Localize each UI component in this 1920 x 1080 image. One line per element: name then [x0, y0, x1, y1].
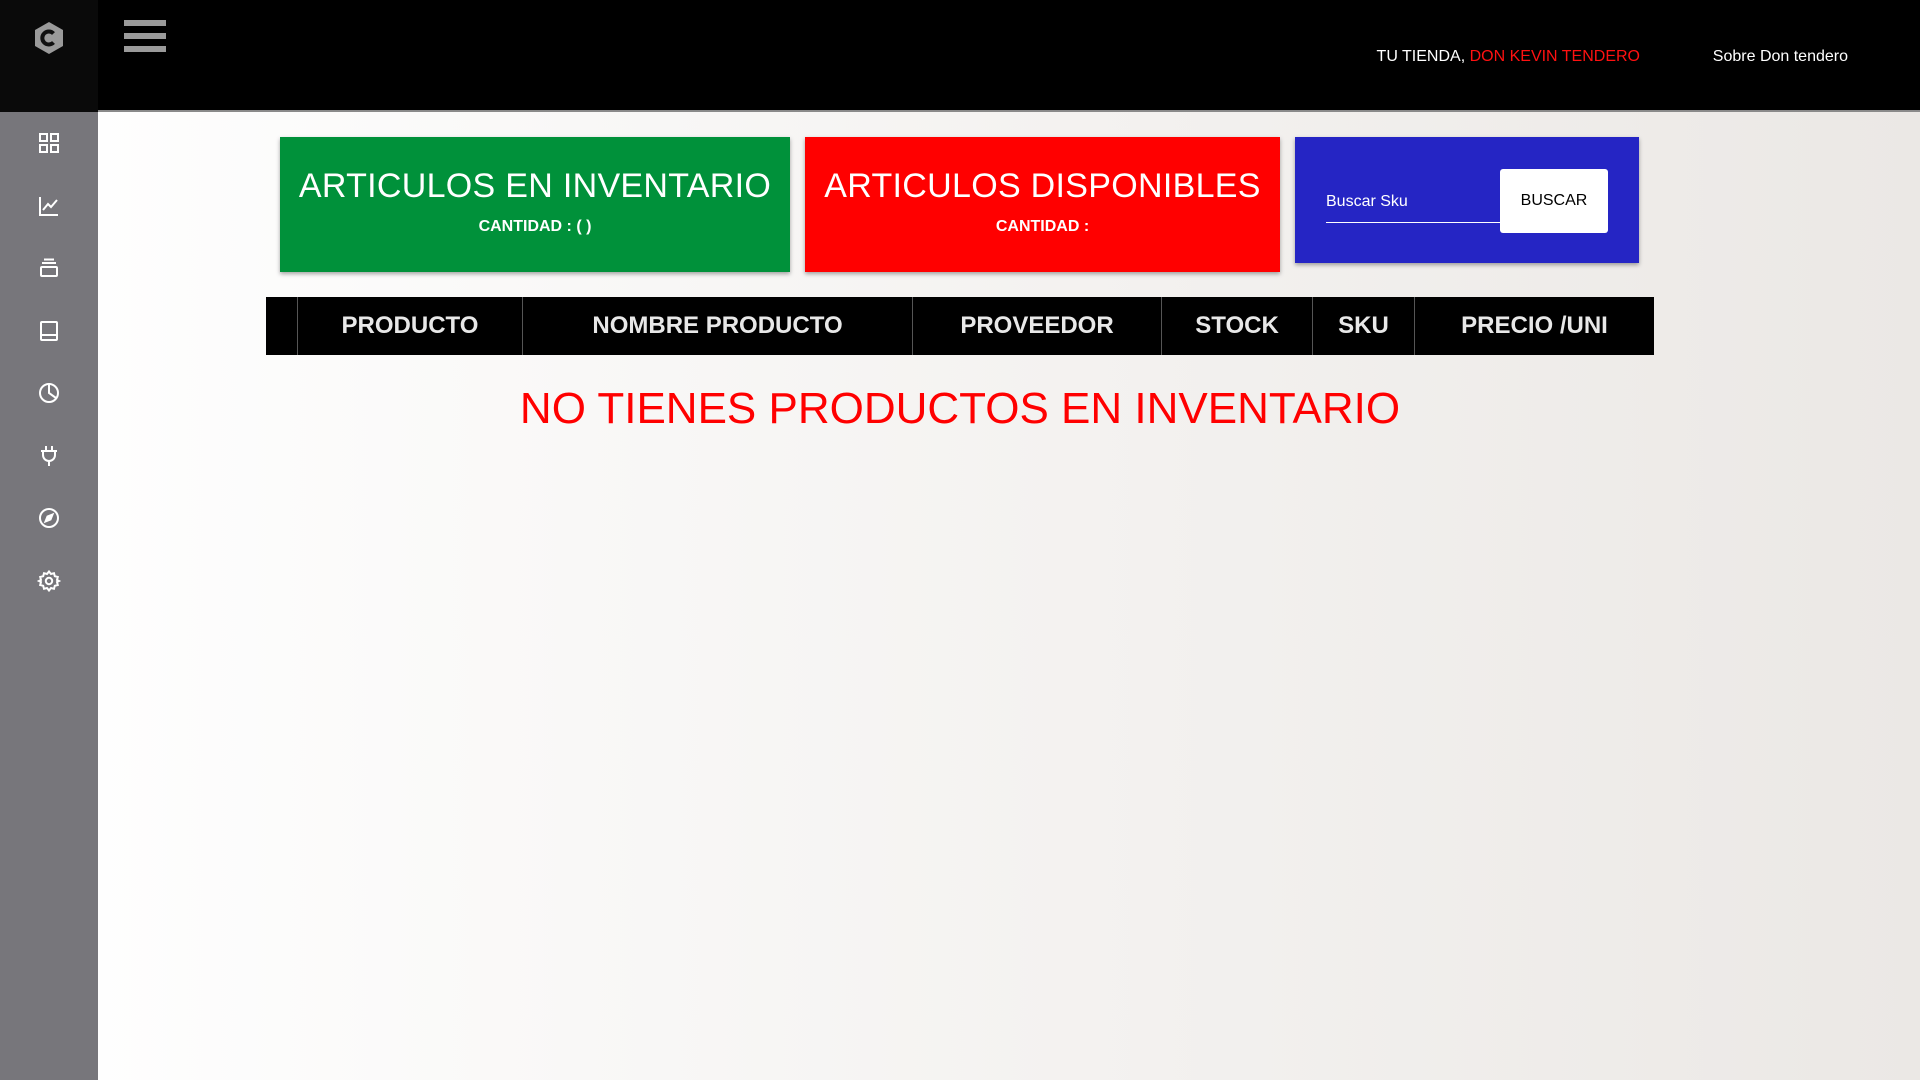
column-header-product-name: NOMBRE PRODUCTO — [522, 297, 912, 355]
book-icon — [40, 321, 58, 341]
column-header-unit-price: PRECIO /UNI — [1414, 297, 1654, 355]
sidebar-item-reports[interactable] — [0, 373, 98, 413]
sidebar — [0, 0, 98, 1080]
line-chart-icon — [39, 197, 58, 216]
column-header-product: PRODUCTO — [297, 297, 522, 355]
pie-chart-icon — [39, 383, 59, 403]
sidebar-item-inventory[interactable] — [0, 248, 98, 288]
inventory-card-title: ARTICULOS EN INVENTARIO — [298, 167, 772, 205]
sidebar-item-integrations[interactable] — [0, 436, 98, 476]
inventory-table-header: PRODUCTO NOMBRE PRODUCTO PROVEEDOR STOCK… — [266, 297, 1654, 355]
column-header-stock: STOCK — [1161, 297, 1312, 355]
available-card-title: ARTICULOS DISPONIBLES — [824, 167, 1261, 205]
sidebar-item-settings[interactable] — [0, 561, 98, 601]
column-header-sku: SKU — [1312, 297, 1414, 355]
hexagon-c-logo-icon — [35, 22, 63, 54]
about-link[interactable]: Sobre Don tendero — [1713, 48, 1848, 66]
sidebar-item-explore[interactable] — [0, 498, 98, 538]
dashboard-grid-icon — [39, 133, 59, 153]
store-prefix: TU TIENDA, — [1376, 48, 1470, 65]
store-greeting: TU TIENDA, DON KEVIN TENDERO — [1377, 48, 1640, 66]
hamburger-line — [124, 46, 166, 52]
inventory-card-quantity: CANTIDAD : ( ) — [478, 218, 592, 235]
sidebar-item-statistics[interactable] — [0, 186, 98, 226]
inventory-card: ARTICULOS EN INVENTARIO CANTIDAD : ( ) — [280, 137, 790, 272]
compass-icon — [39, 508, 59, 528]
column-header-blank — [266, 297, 297, 355]
available-card-quantity: CANTIDAD : — [995, 218, 1090, 235]
sidebar-item-dashboard[interactable] — [0, 123, 98, 163]
sku-search-input[interactable] — [1326, 181, 1500, 223]
gear-icon — [37, 569, 61, 593]
column-header-supplier: PROVEEDOR — [912, 297, 1161, 355]
plug-icon — [41, 446, 57, 466]
store-owner-name: DON KEVIN TENDERO — [1469, 48, 1640, 65]
empty-inventory-message: NO TIENES PRODUCTOS EN INVENTARIO — [519, 384, 1401, 433]
hamburger-line — [124, 20, 166, 26]
search-card: BUSCAR — [1295, 137, 1639, 263]
sidebar-item-catalog[interactable] — [0, 311, 98, 351]
logo[interactable] — [0, 0, 98, 112]
menu-toggle-button[interactable] — [124, 20, 166, 56]
available-card: ARTICULOS DISPONIBLES CANTIDAD : — [805, 137, 1280, 272]
search-button[interactable]: BUSCAR — [1500, 169, 1608, 233]
stack-icon — [40, 258, 58, 277]
hamburger-line — [124, 33, 166, 39]
top-bar: TU TIENDA, DON KEVIN TENDERO Sobre Don t… — [98, 0, 1920, 112]
